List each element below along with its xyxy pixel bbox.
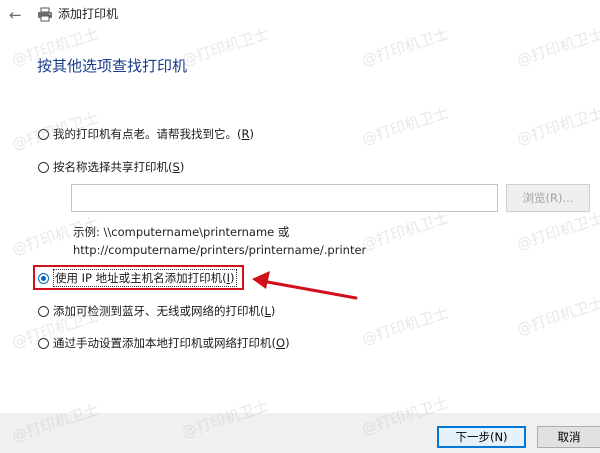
option-key: O bbox=[276, 336, 286, 350]
browse-button[interactable]: 浏览(R)... bbox=[506, 184, 590, 212]
next-button[interactable]: 下一步(N) bbox=[437, 426, 526, 448]
radio-button[interactable] bbox=[38, 161, 49, 173]
option-key: I bbox=[226, 271, 231, 285]
printer-icon bbox=[37, 7, 53, 26]
radio-button[interactable] bbox=[38, 305, 49, 317]
watermark: @打印机卫士 bbox=[514, 103, 600, 149]
option-label: 按名称选择共享打印机 bbox=[53, 160, 168, 174]
option-label: 我的打印机有点老。请帮我找到它。 bbox=[53, 127, 237, 141]
option-key: S bbox=[172, 160, 180, 174]
example-text: 示例: \\computername\printername 或 http://… bbox=[73, 223, 366, 259]
back-arrow-icon[interactable]: ← bbox=[9, 5, 22, 25]
watermark: @打印机卫士 bbox=[514, 208, 600, 254]
option-label: 使用 IP 地址或主机名添加打印机 bbox=[55, 271, 223, 285]
option-shared-printer[interactable]: 按名称选择共享打印机 (S) bbox=[38, 158, 184, 176]
title-bar: ← 添加打印机 bbox=[0, 0, 600, 30]
watermark: @打印机卫士 bbox=[359, 303, 451, 349]
option-label: 添加可检测到蓝牙、无线或网络的打印机 bbox=[53, 304, 260, 318]
option-manual-setup[interactable]: 通过手动设置添加本地打印机或网络打印机 (O) bbox=[38, 334, 290, 352]
option-ip-hostname[interactable]: 使用 IP 地址或主机名添加打印机(I) bbox=[38, 269, 237, 287]
window-title: 添加打印机 bbox=[58, 7, 119, 21]
option-key: L bbox=[264, 304, 271, 318]
option-label: 通过手动设置添加本地打印机或网络打印机 bbox=[53, 336, 272, 350]
focus-rect: 使用 IP 地址或主机名添加打印机(I) bbox=[53, 269, 237, 287]
example-line-1: 示例: \\computername\printername 或 bbox=[73, 225, 290, 239]
radio-button[interactable] bbox=[38, 337, 49, 349]
radio-button[interactable] bbox=[38, 128, 49, 140]
watermark: @打印机卫士 bbox=[359, 208, 451, 254]
option-key: R bbox=[241, 127, 250, 141]
example-line-2: http://computername/printers/printername… bbox=[73, 243, 367, 257]
watermark: @打印机卫士 bbox=[359, 103, 451, 149]
shared-printer-input[interactable] bbox=[71, 184, 498, 212]
radio-button-selected[interactable] bbox=[38, 272, 49, 284]
cancel-button[interactable]: 取消 bbox=[537, 426, 600, 448]
option-bluetooth-wireless[interactable]: 添加可检测到蓝牙、无线或网络的打印机 (L) bbox=[38, 302, 275, 320]
watermark: @打印机卫士 bbox=[514, 293, 600, 339]
option-old-printer[interactable]: 我的打印机有点老。请帮我找到它。 (R) bbox=[38, 125, 254, 143]
page-heading: 按其他选项查找打印机 bbox=[37, 57, 188, 75]
